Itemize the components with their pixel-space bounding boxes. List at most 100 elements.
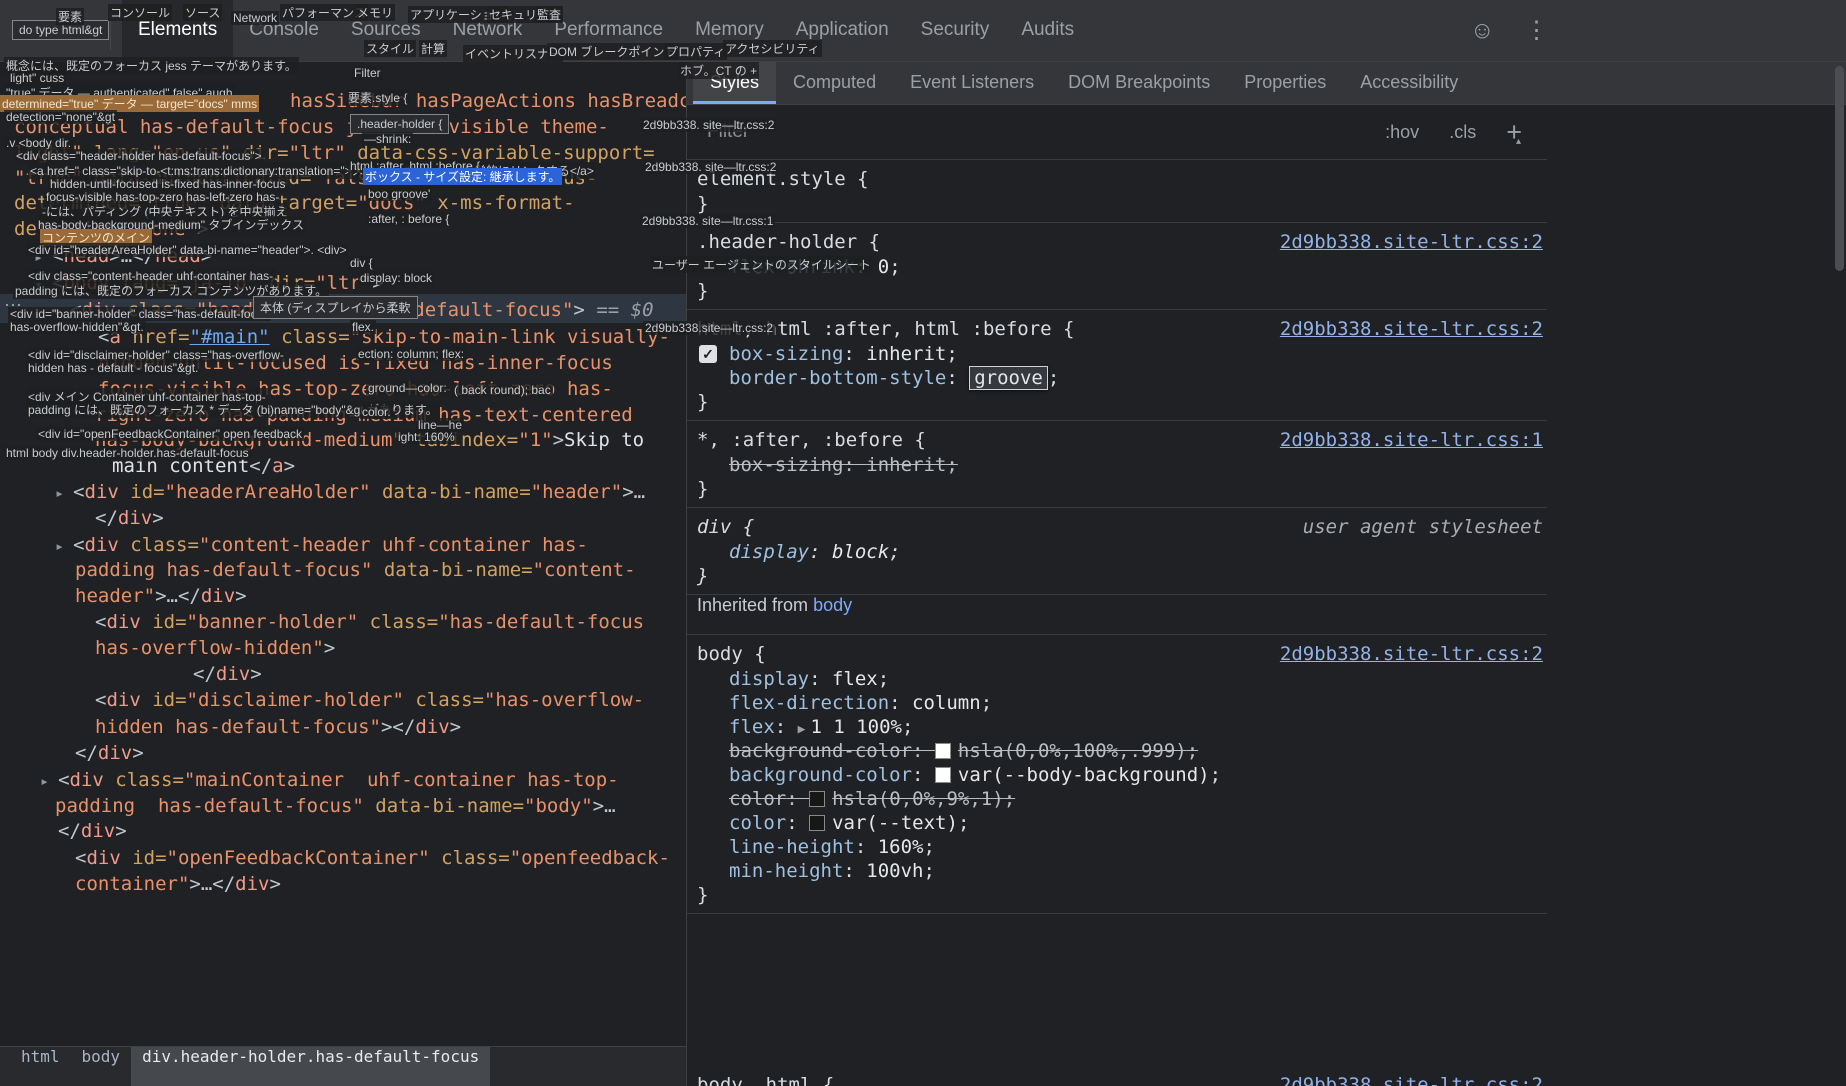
annotation-overlay: div {: [348, 256, 375, 270]
scrollbar-thumb[interactable]: [1835, 66, 1844, 271]
dom-segment-punc: >: [250, 663, 262, 685]
stylesheet-link[interactable]: 2d9bb338.site-ltr.css:2: [1280, 316, 1547, 342]
dom-tree-line[interactable]: <div id="disclaimer-holder" class="has-o…: [95, 687, 644, 713]
annotation-overlay: light" cuss: [8, 71, 67, 85]
rule-selector[interactable]: .header-holder {: [697, 229, 880, 255]
pseudo-state-button[interactable]: :hov: [1385, 122, 1419, 143]
dom-tree-line[interactable]: padding has-default-focus" data-bi-name=…: [75, 557, 636, 583]
property-value[interactable]: groove: [969, 366, 1048, 390]
dom-tree-line[interactable]: <div id="openFeedbackContainer" class="o…: [75, 845, 670, 871]
property-value[interactable]: 0: [878, 256, 889, 278]
property-name[interactable]: background-color: [729, 740, 912, 762]
dom-segment-val: "content-header uhf-container has-: [198, 534, 588, 556]
rule-selector[interactable]: div {: [697, 514, 754, 540]
dom-segment-val: has-overflow-hidden": [95, 637, 324, 659]
expand-arrow-icon[interactable]: ▸: [55, 537, 73, 555]
tab-properties[interactable]: Properties: [1227, 62, 1343, 104]
dom-tree-line[interactable]: padding has-default-focus" data-bi-name=…: [55, 793, 616, 819]
property-value[interactable]: hsla(0,0%,100%,.999): [958, 740, 1187, 762]
shorthand-expander-icon[interactable]: ▶: [798, 722, 806, 737]
dom-segment-attr: data-bi-name=: [383, 559, 533, 581]
property-name[interactable]: box-sizing: [729, 454, 843, 476]
property-name[interactable]: min-height: [729, 860, 843, 882]
dom-tree-line[interactable]: ▸ <div id="headerAreaHolder" data-bi-nam…: [55, 479, 645, 506]
tab-accessibility[interactable]: Accessibility: [1343, 62, 1475, 104]
tab-dom-breakpoints[interactable]: DOM Breakpoints: [1051, 62, 1227, 104]
property-name[interactable]: line-height: [729, 836, 855, 858]
feedback-smiley-icon[interactable]: ☺: [1470, 19, 1495, 43]
tab-event-listeners[interactable]: Event Listeners: [893, 62, 1051, 104]
style-property: ✓ box-sizing: inherit;: [687, 342, 1547, 366]
property-value[interactable]: column: [912, 692, 981, 714]
class-toggle-button[interactable]: .cls: [1449, 122, 1476, 143]
dom-segment-attr: class=: [403, 689, 484, 711]
dom-segment-punc: >: [323, 637, 336, 659]
dom-segment-punc: >: [132, 742, 144, 764]
dom-segment-attr: class=: [118, 534, 199, 556]
annotation-overlay: アクセシビリティ: [723, 40, 822, 57]
property-name[interactable]: box-sizing: [729, 343, 843, 365]
property-checkbox[interactable]: ✓: [699, 345, 717, 363]
dom-segment-tag: div: [117, 507, 153, 529]
property-name[interactable]: color: [729, 812, 786, 834]
kebab-menu-icon[interactable]: ⋮: [1525, 19, 1549, 43]
dom-tree-line[interactable]: container">…</div>: [75, 871, 281, 897]
stylesheet-link[interactable]: 2d9bb338.site-ltr.css:2: [1280, 641, 1547, 667]
property-name[interactable]: border-bottom-style: [729, 367, 946, 389]
property-value[interactable]: flex: [832, 668, 878, 690]
tab-audits[interactable]: Audits: [1005, 0, 1090, 62]
annotation-overlay: ボックス - サイズ設定: 継承します。: [363, 168, 563, 185]
dom-tree-line[interactable]: </div>: [95, 505, 164, 531]
style-property: background-color: hsla(0,0%,100%,.999);: [729, 740, 1199, 762]
dom-tree-line[interactable]: hidden has-default-focus"></div>: [95, 714, 461, 740]
property-value[interactable]: var(--text): [832, 812, 958, 834]
color-swatch[interactable]: [809, 791, 826, 807]
breadcrumb-item[interactable]: body: [71, 1047, 132, 1086]
rule-selector[interactable]: body {: [697, 641, 766, 667]
dom-tree-line[interactable]: </div>: [75, 740, 144, 766]
property-name[interactable]: background-color: [729, 764, 912, 786]
property-name[interactable]: flex-direction: [729, 692, 889, 714]
dom-segment-punc: >…: [622, 481, 646, 503]
property-value[interactable]: 100vh: [866, 860, 923, 882]
property-value[interactable]: 1 1 100%: [810, 716, 902, 738]
property-name[interactable]: flex: [729, 716, 775, 738]
stylesheet-link[interactable]: 2d9bb338.site-ltr.css:2: [1280, 229, 1547, 255]
property-name[interactable]: color: [729, 788, 786, 810]
stylesheet-link[interactable]: 2d9bb338.site-ltr.css:2: [1280, 1072, 1547, 1086]
styles-filter-input[interactable]: [707, 121, 1187, 143]
stylesheet-link[interactable]: 2d9bb338.site-ltr.css:1: [1280, 427, 1547, 453]
expand-arrow-icon[interactable]: ▸: [55, 484, 73, 502]
dom-tree-line[interactable]: has-overflow-hidden">: [95, 635, 335, 661]
property-value[interactable]: var(--body-background): [958, 764, 1210, 786]
expand-arrow-icon[interactable]: ▸: [40, 772, 58, 790]
dom-tree-line[interactable]: ▸ <div class="content-header uhf-contain…: [55, 532, 588, 559]
tab-computed[interactable]: Computed: [776, 62, 893, 104]
dom-segment-tag: div: [84, 481, 119, 503]
color-swatch[interactable]: [934, 767, 951, 783]
breadcrumb-item[interactable]: html: [10, 1047, 71, 1086]
property-value[interactable]: block: [832, 541, 889, 563]
breadcrumb-item[interactable]: div.header-holder.has-default-focus: [131, 1047, 491, 1086]
property-value[interactable]: inherit: [866, 343, 946, 365]
rule-selector[interactable]: body, html {: [697, 1072, 834, 1086]
property-name[interactable]: display: [729, 541, 809, 563]
inherited-node-link[interactable]: body: [813, 595, 852, 615]
dom-tree-line[interactable]: <div id="banner-holder" class="has-defau…: [95, 609, 644, 635]
annotation-overlay: 要素: [56, 8, 85, 25]
property-value[interactable]: inherit: [866, 454, 946, 476]
style-rule-header: body, html { 2d9bb338.site-ltr.css:2: [687, 1072, 1547, 1086]
color-swatch[interactable]: [809, 815, 826, 831]
dom-tree-line[interactable]: ▸ <div class="mainContainer uhf-containe…: [40, 767, 619, 794]
dom-tree-line[interactable]: </div>: [58, 818, 127, 844]
dom-tree-line[interactable]: </div>: [193, 661, 262, 687]
property-value[interactable]: hsla(0,0%,9%,1): [832, 788, 1004, 810]
dom-segment-val: "disclaimer-holder": [186, 689, 404, 711]
property-name[interactable]: display: [729, 668, 809, 690]
tab-security[interactable]: Security: [905, 0, 1006, 62]
property-value[interactable]: 160%: [878, 836, 924, 858]
dom-segment-punc: <: [95, 689, 107, 711]
color-swatch[interactable]: [934, 743, 951, 759]
dom-tree-line[interactable]: header">…</div>: [75, 583, 247, 609]
rule-selector[interactable]: *, :after, :before {: [697, 427, 926, 453]
